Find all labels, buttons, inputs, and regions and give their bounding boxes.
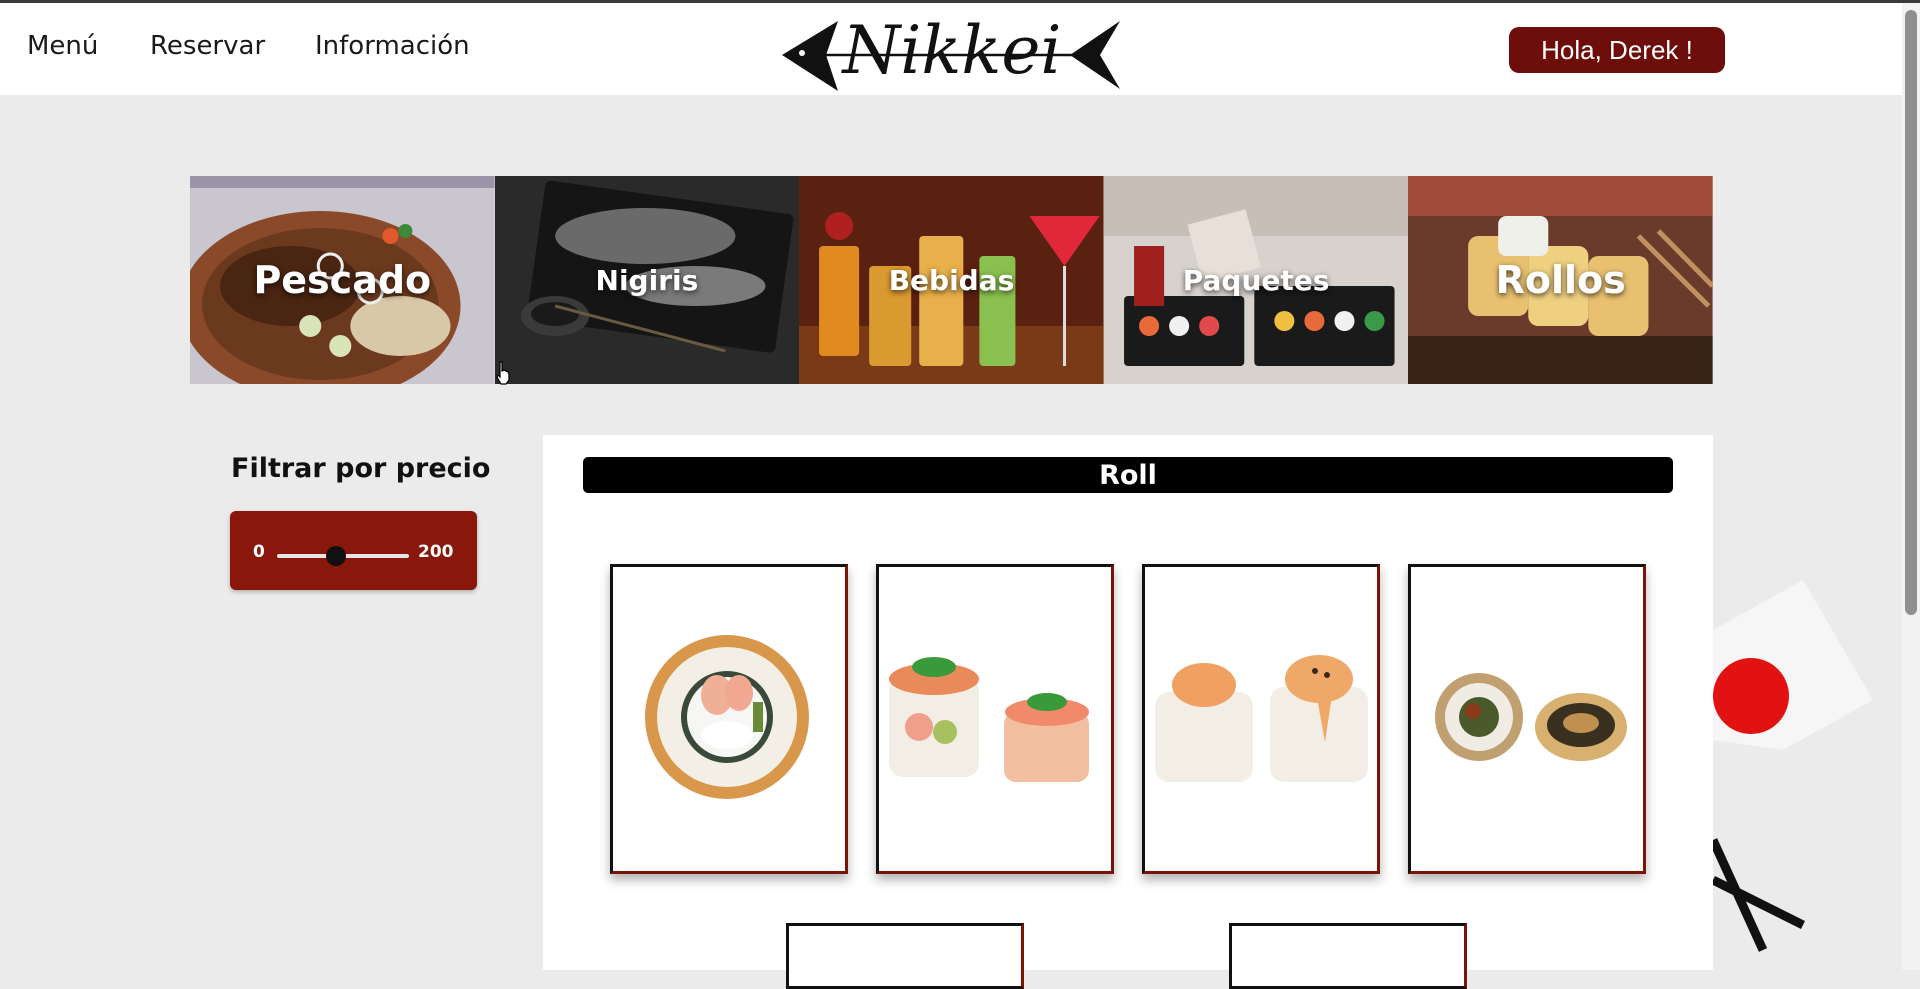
hand-cursor-icon	[496, 361, 510, 385]
product-card[interactable]	[1142, 564, 1380, 874]
category-strip: Pescado ◎ Nigiris Bebidas	[190, 176, 1713, 384]
product-card[interactable]	[876, 564, 1114, 874]
california-roll-image	[645, 635, 809, 799]
category-label: Paquetes	[1182, 263, 1330, 297]
category-nigiris[interactable]: ◎ Nigiris	[494, 176, 800, 384]
filter-title: Filtrar por precio	[231, 453, 491, 484]
price-filter: 0 200	[230, 511, 477, 590]
category-rollos[interactable]: Rollos	[1408, 176, 1713, 384]
fish-logo-icon: Nikkei	[782, 12, 1120, 91]
price-slider-thumb[interactable]	[326, 546, 347, 566]
user-greeting-button[interactable]: Hola, Derek !	[1509, 27, 1725, 73]
spicy-roll-image	[1155, 655, 1368, 782]
nav-link-menu[interactable]: Menú	[27, 31, 98, 61]
category-bebidas[interactable]: Bebidas	[799, 176, 1104, 384]
product-card[interactable]	[610, 564, 848, 874]
category-label: Nigiris	[595, 263, 699, 297]
price-min-label: 0	[253, 542, 265, 562]
product-panel: Roll	[543, 435, 1713, 989]
tempura-roll-image	[1435, 673, 1627, 761]
category-label: Pescado	[253, 258, 432, 302]
scrollbar-thumb[interactable]	[1905, 10, 1917, 615]
nav-link-reservar[interactable]: Reservar	[150, 31, 265, 61]
category-label: Rollos	[1495, 258, 1626, 302]
product-card[interactable]	[1408, 564, 1646, 874]
japan-flag-decoration	[1713, 580, 1873, 952]
category-label: Bebidas	[888, 263, 1015, 297]
price-max-label: 200	[418, 542, 454, 562]
product-card[interactable]	[1229, 923, 1467, 989]
product-card[interactable]	[786, 923, 1024, 989]
acevichado-roll-image	[889, 657, 1089, 782]
navbar: Menú Reservar Información Nikkei Hola, D…	[0, 3, 1902, 95]
category-paquetes[interactable]: Paquetes	[1103, 176, 1409, 384]
svg-text:Nikkei: Nikkei	[840, 13, 1061, 89]
section-title: Roll	[583, 457, 1673, 493]
category-pescado[interactable]: Pescado	[190, 176, 495, 384]
nav-link-informacion[interactable]: Información	[315, 31, 470, 61]
nikkei-logo[interactable]: Nikkei	[780, 12, 1122, 93]
